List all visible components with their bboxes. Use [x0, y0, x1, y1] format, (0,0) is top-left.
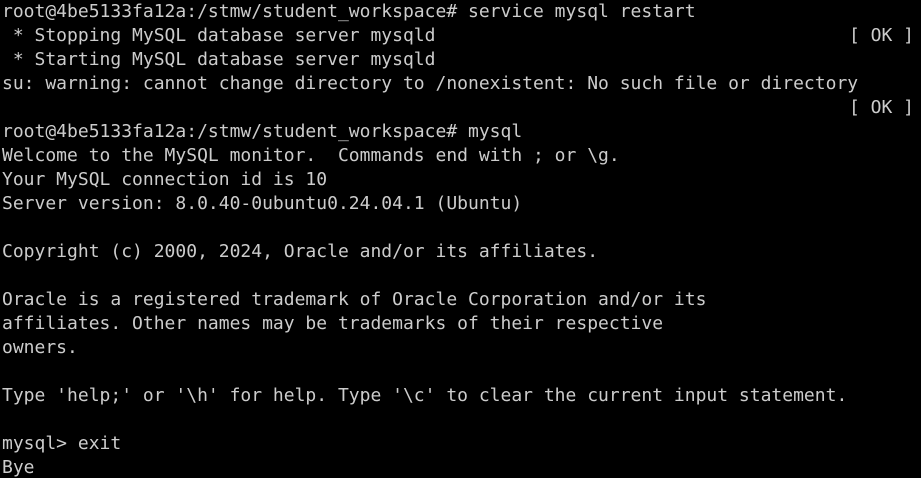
- trademark-line-3: owners.: [2, 337, 78, 358]
- help-line: Type 'help;' or '\h' for help. Type '\c'…: [2, 385, 848, 406]
- starting-status-ok: [ OK ]: [849, 97, 915, 118]
- shell-prompt-mysql: root@4be5133fa12a:/stmw/student_workspac…: [2, 121, 523, 142]
- bye-line: Bye: [2, 457, 35, 478]
- welcome-line: Welcome to the MySQL monitor. Commands e…: [2, 145, 620, 166]
- trademark-line-2: affiliates. Other names may be trademark…: [2, 313, 664, 334]
- trademark-line-1: Oracle is a registered trademark of Orac…: [2, 289, 707, 310]
- server-version-line: Server version: 8.0.40-0ubuntu0.24.04.1 …: [2, 193, 523, 214]
- copyright-line: Copyright (c) 2000, 2024, Oracle and/or …: [2, 241, 599, 262]
- starting-mysql-line: * Starting MySQL database server mysqld: [2, 49, 436, 70]
- stopping-mysql-line: * Stopping MySQL database server mysqld: [2, 25, 436, 46]
- shell-prompt-restart: root@4be5133fa12a:/stmw/student_workspac…: [2, 1, 696, 22]
- terminal-window[interactable]: root@4be5133fa12a:/stmw/student_workspac…: [0, 0, 921, 478]
- stopping-status-ok: [ OK ]: [849, 25, 915, 46]
- directory-warning-line: su: warning: cannot change directory to …: [2, 73, 859, 94]
- mysql-exit-prompt: mysql> exit: [2, 433, 122, 454]
- connection-id-line: Your MySQL connection id is 10: [2, 169, 328, 190]
